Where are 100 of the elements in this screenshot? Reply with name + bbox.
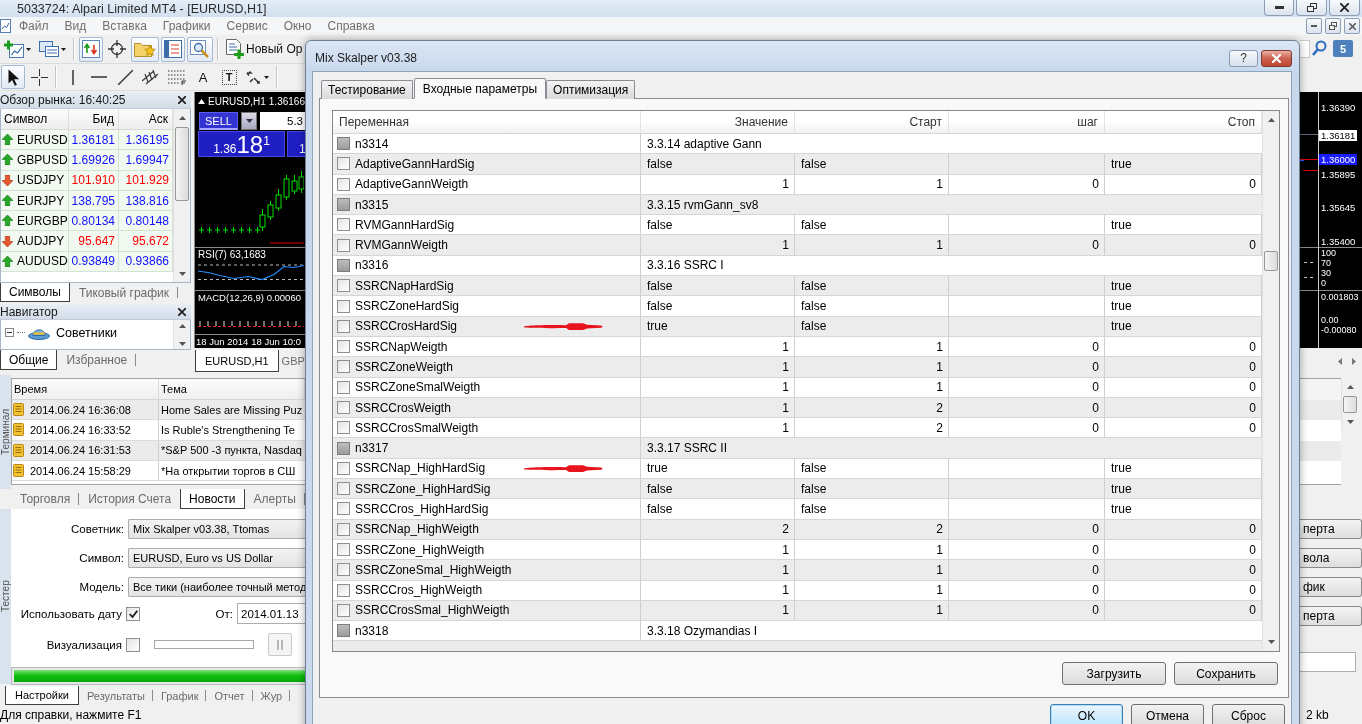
- triangle-up-icon[interactable]: [198, 98, 205, 104]
- search-icon[interactable]: [1312, 40, 1327, 56]
- checkbox[interactable]: [337, 198, 350, 212]
- news-subject[interactable]: Is Ruble's Strengthening Te: [159, 423, 295, 436]
- table-cell[interactable]: 2: [795, 418, 949, 438]
- table-cell[interactable]: 0: [949, 560, 1105, 580]
- checkbox[interactable]: [337, 258, 350, 272]
- terminal-button[interactable]: [161, 36, 185, 62]
- scroll-thumb[interactable]: [175, 127, 189, 201]
- table-cell[interactable]: 0: [949, 418, 1105, 438]
- checkbox[interactable]: [337, 380, 350, 394]
- tab[interactable]: Входные параметры: [413, 78, 547, 99]
- table-cell[interactable]: 0: [949, 539, 1105, 560]
- search-field[interactable]: [1300, 40, 1310, 58]
- checkbox[interactable]: [337, 279, 350, 293]
- scrollbar[interactable]: [173, 109, 190, 282]
- scrollbar[interactable]: [1262, 111, 1279, 651]
- checkbox[interactable]: [337, 401, 350, 414]
- tab[interactable]: Тиковый график: [69, 283, 179, 302]
- menu-item[interactable]: Окно: [275, 19, 320, 33]
- checkbox[interactable]: [337, 624, 350, 638]
- input-field[interactable]: [1300, 652, 1356, 672]
- table-cell[interactable]: 0: [949, 397, 1105, 418]
- tab[interactable]: GBP: [278, 350, 308, 372]
- scroll-thumb[interactable]: [1343, 396, 1357, 413]
- table-cell[interactable]: 1: [641, 560, 795, 580]
- tab[interactable]: Жур: [252, 686, 291, 705]
- table-cell[interactable]: 0: [949, 174, 1105, 194]
- checkbox[interactable]: [337, 522, 350, 536]
- table-cell[interactable]: 1: [641, 580, 795, 600]
- table-cell[interactable]: 1: [795, 560, 949, 580]
- restore-button[interactable]: [1296, 0, 1327, 16]
- table-cell[interactable]: 1: [641, 235, 795, 255]
- tab[interactable]: График: [152, 686, 207, 705]
- table-cell[interactable]: 2: [795, 397, 949, 418]
- checkbox[interactable]: [337, 543, 350, 557]
- checkbox[interactable]: [337, 157, 350, 171]
- tab[interactable]: Настройки: [5, 686, 79, 705]
- lot-field[interactable]: 5.3: [260, 112, 305, 130]
- notification-badge[interactable]: 5: [1333, 40, 1353, 57]
- minimize-button[interactable]: [1264, 0, 1294, 16]
- table-cell[interactable]: 1: [641, 418, 795, 438]
- close-button[interactable]: [1329, 0, 1360, 16]
- scrollbar[interactable]: [173, 320, 190, 349]
- table-cell[interactable]: false: [795, 458, 949, 479]
- news-subject[interactable]: *S&P 500 -3 пункта, Nasdaq: [159, 444, 302, 457]
- checkbox[interactable]: [337, 340, 350, 354]
- symbol-name[interactable]: EURJPY: [17, 193, 65, 208]
- table-cell[interactable]: 1: [641, 357, 795, 377]
- table-cell[interactable]: false: [641, 154, 795, 174]
- dropdown[interactable]: EURUSD, Euro vs US Dollar: [128, 548, 305, 568]
- table-cell[interactable]: 1: [641, 600, 795, 621]
- menu-item[interactable]: Графики: [154, 19, 219, 33]
- symbol-name[interactable]: AUDUSD: [17, 254, 68, 269]
- table-cell[interactable]: false: [795, 154, 949, 174]
- table-cell[interactable]: 1: [641, 539, 795, 560]
- minus-box-icon[interactable]: [5, 328, 14, 337]
- checkbox[interactable]: [337, 421, 350, 435]
- table-cell[interactable]: false: [795, 479, 949, 499]
- menu-item[interactable]: Вставка: [94, 19, 155, 33]
- checkbox[interactable]: [337, 177, 350, 191]
- tab[interactable]: История Счета: [79, 489, 181, 509]
- table-cell[interactable]: false: [641, 276, 795, 296]
- table-cell[interactable]: 0: [949, 357, 1105, 377]
- column-header[interactable]: Время: [12, 379, 159, 399]
- table-cell[interactable]: 1: [641, 336, 795, 357]
- checkbox[interactable]: [337, 238, 350, 252]
- table-cell[interactable]: 0: [949, 235, 1105, 255]
- checkbox[interactable]: [337, 563, 350, 577]
- table-cell[interactable]: 1: [641, 397, 795, 418]
- table-cell[interactable]: 1: [641, 174, 795, 194]
- cursor-tool-button[interactable]: [1, 65, 25, 89]
- table-cell[interactable]: false: [641, 296, 795, 316]
- dropdown[interactable]: Все тики (наиболее точный метод: [128, 577, 307, 597]
- dialog-button[interactable]: Сброс: [1212, 704, 1285, 724]
- scroll-thumb[interactable]: [1264, 251, 1278, 271]
- table-cell[interactable]: 0: [949, 580, 1105, 600]
- dialog-button[interactable]: Загрузить: [1062, 662, 1166, 685]
- table-cell[interactable]: 2: [795, 519, 949, 539]
- close-button[interactable]: [1344, 18, 1360, 34]
- symbol-name[interactable]: EURUSD: [17, 132, 68, 147]
- table-cell[interactable]: 1: [795, 336, 949, 357]
- menu-item[interactable]: Файл: [11, 19, 57, 33]
- checkbox[interactable]: [337, 603, 350, 617]
- checkbox[interactable]: [337, 137, 350, 151]
- left-arrow-icon[interactable]: [1338, 357, 1342, 365]
- table-cell[interactable]: 0: [949, 600, 1105, 621]
- tester-side-button[interactable]: перта: [1300, 606, 1362, 626]
- tab[interactable]: Результаты: [78, 686, 153, 705]
- table-cell[interactable]: 1: [795, 235, 949, 255]
- table-cell[interactable]: 1: [641, 377, 795, 397]
- checkbox[interactable]: [337, 583, 350, 597]
- tab[interactable]: Общие: [0, 350, 58, 370]
- table-cell[interactable]: 1: [795, 580, 949, 600]
- table-cell[interactable]: false: [641, 499, 795, 519]
- table-cell[interactable]: false: [641, 215, 795, 235]
- text-tool-button[interactable]: A: [191, 65, 215, 89]
- table-cell[interactable]: false: [641, 479, 795, 499]
- tab[interactable]: Новости: [180, 489, 245, 509]
- news-subject[interactable]: *На открытии торгов в СШ: [159, 464, 296, 477]
